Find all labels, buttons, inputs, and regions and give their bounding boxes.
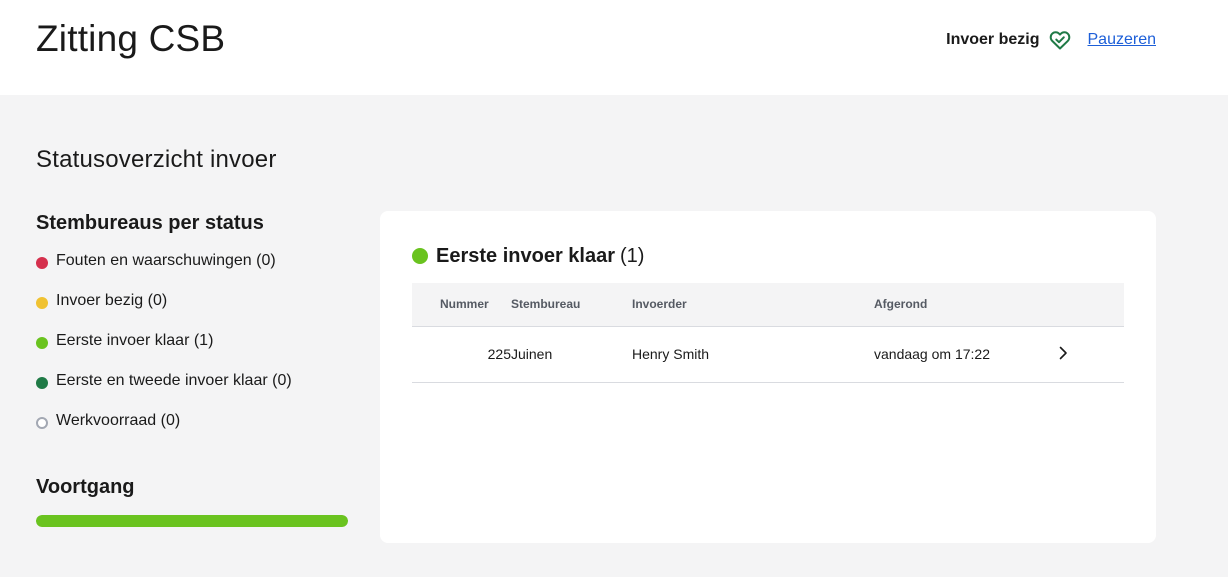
polling-station-table: Nummer Stembureau Invoerder Afgerond 225…	[412, 283, 1124, 383]
pause-link[interactable]: Pauzeren	[1088, 31, 1157, 49]
page-title: Statusoverzicht invoer	[36, 146, 277, 173]
status-item-in-progress[interactable]: Invoer bezig (0)	[36, 292, 292, 332]
chevron-right-icon[interactable]	[1058, 346, 1068, 360]
top-bar: Zitting CSB Invoer bezig Pauzeren	[0, 0, 1228, 95]
entry-status-label: Invoer bezig	[946, 31, 1040, 48]
status-item-label: Invoer bezig (0)	[56, 292, 168, 309]
column-header-invoerder: Invoerder	[632, 297, 687, 312]
progress-bar	[36, 515, 348, 527]
status-card: Eerste invoer klaar (1) Nummer Stemburea…	[380, 211, 1156, 543]
column-header-action	[1054, 283, 1124, 326]
status-item-label: Fouten en waarschuwingen (0)	[56, 252, 276, 269]
entry-status: Invoer bezig Pauzeren	[946, 27, 1156, 53]
column-header-stembureau: Stembureau	[511, 297, 581, 312]
progress-heading: Voortgang	[36, 476, 135, 498]
cell-afgerond: vandaag om 17:22	[874, 346, 990, 362]
status-item-label: Werkvoorraad (0)	[56, 412, 181, 429]
progress-bar-fill	[36, 515, 348, 527]
status-item-backlog[interactable]: Werkvoorraad (0)	[36, 412, 292, 452]
status-item-errors[interactable]: Fouten en waarschuwingen (0)	[36, 252, 292, 292]
app-title: Zitting CSB	[36, 18, 226, 59]
status-item-both-entries-done[interactable]: Eerste en tweede invoer klaar (0)	[36, 372, 292, 412]
card-title: Eerste invoer klaar (1)	[412, 243, 644, 269]
card-title-label: Eerste invoer klaar	[436, 244, 615, 267]
status-legend: Fouten en waarschuwingen (0) Invoer bezi…	[36, 252, 292, 452]
column-header-afgerond: Afgerond	[874, 297, 928, 312]
cell-invoerder: Henry Smith	[632, 346, 710, 362]
status-item-first-entry-done[interactable]: Eerste invoer klaar (1)	[36, 332, 292, 372]
status-dot-red	[36, 257, 48, 269]
cell-nummer: 225	[487, 346, 511, 362]
column-header-nummer: Nummer	[440, 297, 489, 312]
status-dot-yellow	[36, 297, 48, 309]
status-item-label: Eerste invoer klaar (1)	[56, 332, 214, 349]
table-header-row: Nummer Stembureau Invoerder Afgerond	[412, 283, 1124, 326]
card-title-count: (1)	[620, 244, 645, 267]
status-dot-green	[412, 248, 428, 264]
status-item-label: Eerste en tweede invoer klaar (0)	[56, 372, 292, 389]
status-dot-dark-green	[36, 377, 48, 389]
table-row[interactable]: 225 Juinen Henry Smith vandaag om 17:22	[412, 326, 1124, 382]
status-legend-heading: Stembureaus per status	[36, 212, 264, 234]
status-dot-empty	[36, 417, 48, 429]
cell-stembureau: Juinen	[511, 346, 553, 362]
heart-check-icon	[1048, 28, 1072, 52]
cell-action	[1054, 326, 1124, 382]
status-dot-green	[36, 337, 48, 349]
